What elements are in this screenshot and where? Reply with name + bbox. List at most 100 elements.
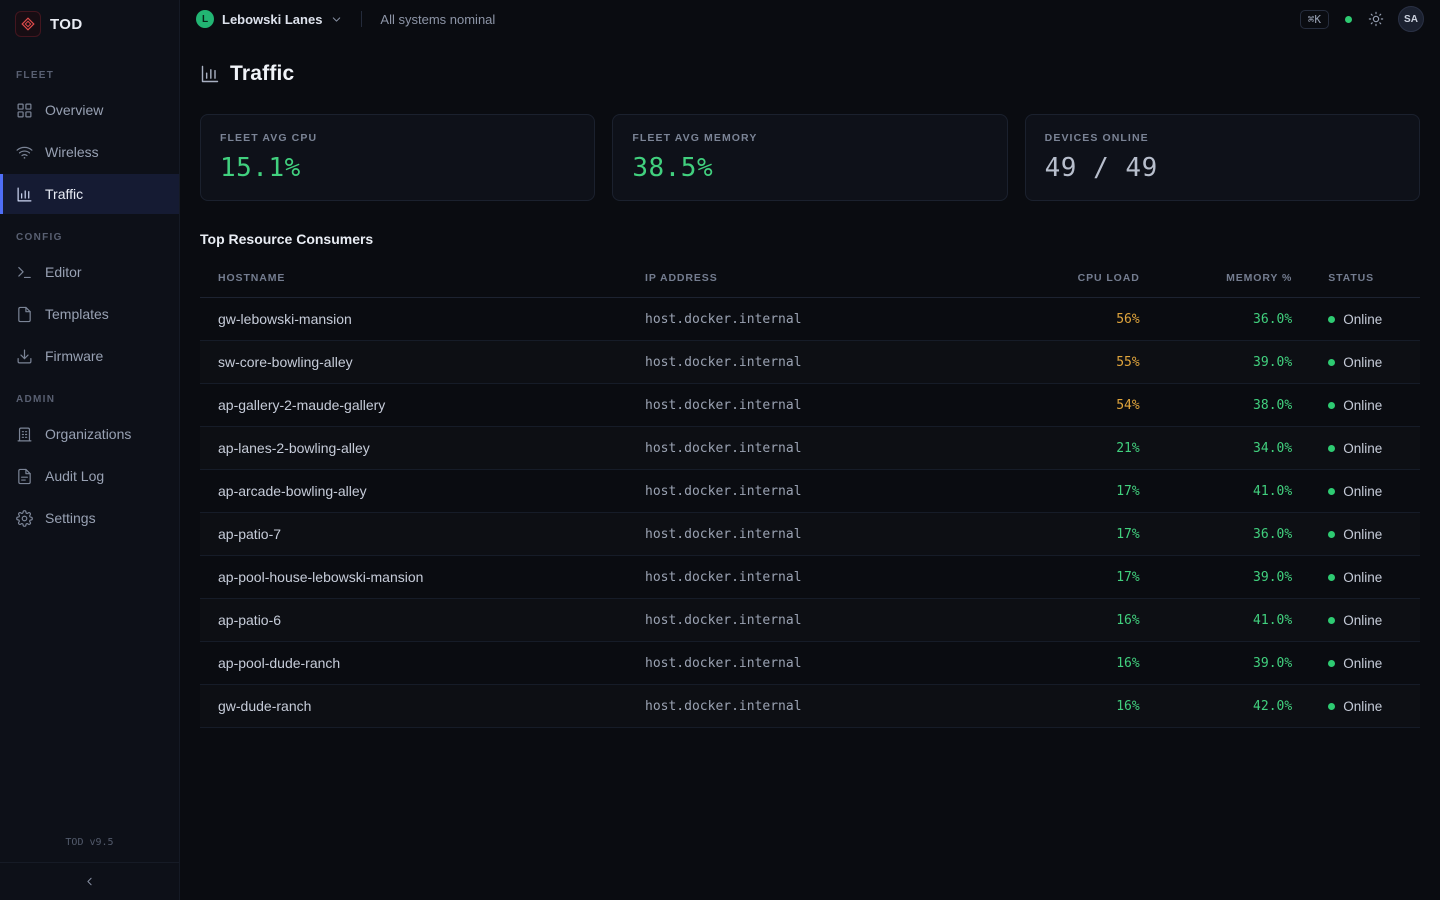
- cpu-load-cell: 54%: [1024, 384, 1158, 427]
- theme-toggle-sun-icon[interactable]: [1368, 11, 1384, 27]
- table-row[interactable]: ap-pool-house-lebowski-mansionhost.docke…: [200, 556, 1420, 599]
- gear-icon: [16, 509, 34, 527]
- sidebar-item-label: Editor: [45, 264, 82, 280]
- main-content: Traffic FLEET AVG CPU15.1%FLEET AVG MEMO…: [180, 38, 1440, 900]
- sidebar-item-templates[interactable]: Templates: [0, 294, 179, 334]
- table-title: Top Resource Consumers: [200, 231, 1420, 247]
- cpu-load-cell: 17%: [1024, 470, 1158, 513]
- online-status-dot-icon: [1328, 316, 1335, 323]
- grid-icon: [16, 101, 34, 119]
- online-status-dot-icon: [1328, 488, 1335, 495]
- file-text-icon: [16, 467, 34, 485]
- online-status-dot-icon: [1328, 703, 1335, 710]
- column-header-ip-address: IP ADDRESS: [627, 259, 1024, 298]
- sidebar-item-wireless[interactable]: Wireless: [0, 132, 179, 172]
- hostname-cell: ap-gallery-2-maude-gallery: [200, 384, 627, 427]
- status-label: Online: [1343, 699, 1382, 714]
- hostname-cell: gw-dude-ranch: [200, 685, 627, 728]
- app-logo[interactable]: TOD: [0, 0, 179, 48]
- sidebar-item-label: Firmware: [45, 348, 103, 364]
- table-row[interactable]: ap-pool-dude-ranchhost.docker.internal16…: [200, 642, 1420, 685]
- ip-address-cell: host.docker.internal: [627, 341, 1024, 384]
- online-status-dot-icon: [1328, 617, 1335, 624]
- hostname-cell: sw-core-bowling-alley: [200, 341, 627, 384]
- sidebar-item-label: Overview: [45, 102, 103, 118]
- status-label: Online: [1343, 355, 1382, 370]
- hostname-cell: ap-pool-house-lebowski-mansion: [200, 556, 627, 599]
- sidebar-item-editor[interactable]: Editor: [0, 252, 179, 292]
- status-label: Online: [1343, 398, 1382, 413]
- hostname-cell: ap-patio-7: [200, 513, 627, 556]
- status-cell: Online: [1310, 599, 1420, 642]
- memory-cell: 39.0%: [1158, 642, 1311, 685]
- table-row[interactable]: gw-dude-ranchhost.docker.internal16%42.0…: [200, 685, 1420, 728]
- sidebar-item-audit-log[interactable]: Audit Log: [0, 456, 179, 496]
- cpu-load-cell: 21%: [1024, 427, 1158, 470]
- ip-address-cell: host.docker.internal: [627, 556, 1024, 599]
- nav-section-label: FLEET: [0, 54, 179, 90]
- chevron-down-icon: [330, 13, 343, 26]
- building-icon: [16, 425, 34, 443]
- hostname-cell: gw-lebowski-mansion: [200, 298, 627, 341]
- cpu-load-cell: 55%: [1024, 341, 1158, 384]
- table-header-row: HOSTNAMEIP ADDRESSCPU LOADMEMORY %STATUS: [200, 259, 1420, 298]
- cpu-load-cell: 56%: [1024, 298, 1158, 341]
- status-label: Online: [1343, 527, 1382, 542]
- table-row[interactable]: gw-lebowski-mansionhost.docker.internal5…: [200, 298, 1420, 341]
- status-label: Online: [1343, 484, 1382, 499]
- sidebar-nav: FLEETOverviewWirelessTrafficCONFIGEditor…: [0, 48, 179, 827]
- command-palette-shortcut[interactable]: ⌘K: [1300, 10, 1329, 29]
- sidebar-item-settings[interactable]: Settings: [0, 498, 179, 538]
- download-icon: [16, 347, 34, 365]
- sidebar-item-traffic[interactable]: Traffic: [0, 174, 179, 214]
- system-status-text: All systems nominal: [380, 12, 495, 27]
- user-avatar[interactable]: SA: [1398, 6, 1424, 32]
- status-cell: Online: [1310, 427, 1420, 470]
- memory-cell: 42.0%: [1158, 685, 1311, 728]
- resource-table: HOSTNAMEIP ADDRESSCPU LOADMEMORY %STATUS…: [200, 259, 1420, 728]
- memory-cell: 34.0%: [1158, 427, 1311, 470]
- cpu-load-cell: 17%: [1024, 556, 1158, 599]
- stat-card-fleet-avg-memory: FLEET AVG MEMORY38.5%: [612, 114, 1007, 201]
- table-row[interactable]: sw-core-bowling-alleyhost.docker.interna…: [200, 341, 1420, 384]
- stat-card-fleet-avg-cpu: FLEET AVG CPU15.1%: [200, 114, 595, 201]
- column-header-hostname: HOSTNAME: [200, 259, 627, 298]
- top-bar: L Lebowski Lanes All systems nominal ⌘K …: [180, 0, 1440, 38]
- sidebar-item-overview[interactable]: Overview: [0, 90, 179, 130]
- status-cell: Online: [1310, 685, 1420, 728]
- stat-value: 15.1%: [220, 153, 575, 183]
- bar-chart-icon: [16, 185, 34, 203]
- sidebar-collapse-button[interactable]: [0, 862, 179, 900]
- status-cell: Online: [1310, 556, 1420, 599]
- column-header-cpu-load: CPU LOAD: [1024, 259, 1158, 298]
- table-row[interactable]: ap-arcade-bowling-alleyhost.docker.inter…: [200, 470, 1420, 513]
- table-row[interactable]: ap-patio-6host.docker.internal16%41.0%On…: [200, 599, 1420, 642]
- status-cell: Online: [1310, 298, 1420, 341]
- sidebar-item-label: Traffic: [45, 186, 83, 202]
- app-name: TOD: [50, 16, 83, 33]
- table-row[interactable]: ap-lanes-2-bowling-alleyhost.docker.inte…: [200, 427, 1420, 470]
- app-logo-icon: [15, 11, 41, 37]
- table-row[interactable]: ap-gallery-2-maude-galleryhost.docker.in…: [200, 384, 1420, 427]
- nav-section: ADMINOrganizationsAudit LogSettings: [0, 378, 179, 538]
- ip-address-cell: host.docker.internal: [627, 599, 1024, 642]
- sidebar-item-organizations[interactable]: Organizations: [0, 414, 179, 454]
- terminal-icon: [16, 263, 34, 281]
- column-header-memory-: MEMORY %: [1158, 259, 1311, 298]
- sidebar-item-label: Settings: [45, 510, 96, 526]
- app-version: TOD v9.5: [0, 827, 179, 862]
- sidebar-item-label: Templates: [45, 306, 109, 322]
- hostname-cell: ap-patio-6: [200, 599, 627, 642]
- online-status-dot-icon: [1328, 574, 1335, 581]
- org-switcher[interactable]: L Lebowski Lanes: [196, 10, 343, 28]
- memory-cell: 41.0%: [1158, 470, 1311, 513]
- sidebar-item-firmware[interactable]: Firmware: [0, 336, 179, 376]
- online-status-dot-icon: [1328, 531, 1335, 538]
- cpu-load-cell: 16%: [1024, 599, 1158, 642]
- hostname-cell: ap-pool-dude-ranch: [200, 642, 627, 685]
- chevron-left-icon: [83, 875, 96, 888]
- nav-section: FLEET Overview Wireless Traffic: [0, 54, 179, 214]
- ip-address-cell: host.docker.internal: [627, 470, 1024, 513]
- status-cell: Online: [1310, 384, 1420, 427]
- table-row[interactable]: ap-patio-7host.docker.internal17%36.0%On…: [200, 513, 1420, 556]
